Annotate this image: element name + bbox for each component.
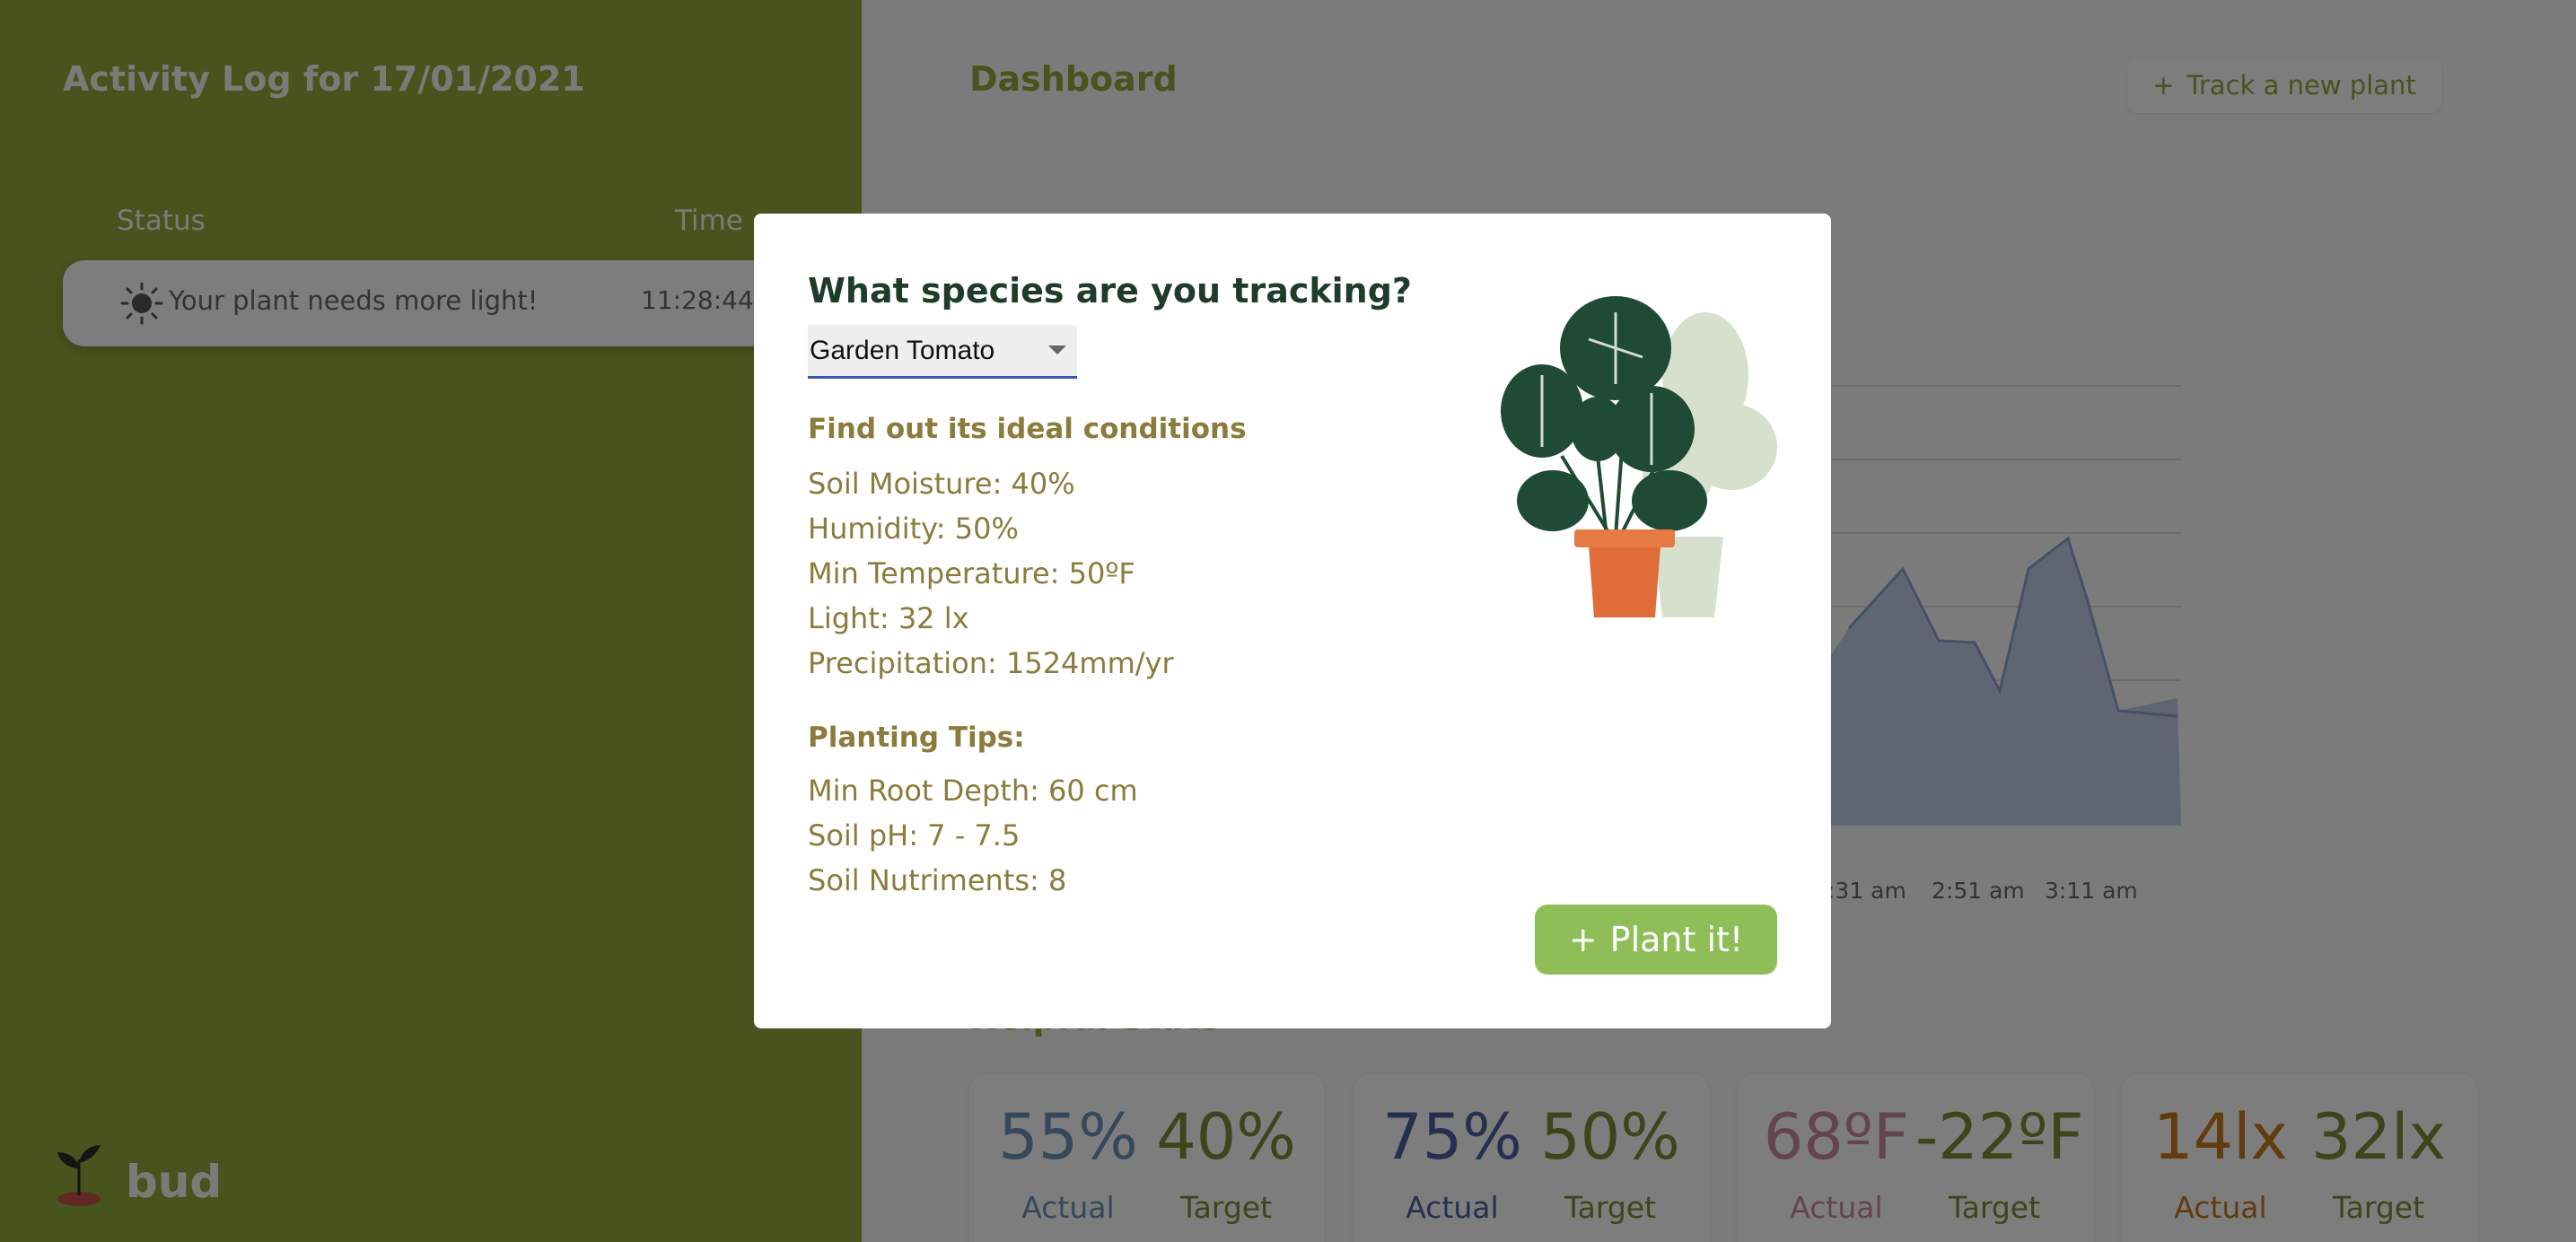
plant-it-button[interactable]: + Plant it! <box>1535 905 1777 975</box>
species-question: What species are you tracking? <box>808 271 1412 310</box>
potted-plant-illustration <box>1501 296 1777 617</box>
plus-icon: + <box>1568 920 1598 959</box>
species-selected-value: Garden Tomato <box>810 336 995 365</box>
tip-root-depth: Min Root Depth: 60 cm <box>808 774 1138 808</box>
tips-title: Planting Tips: <box>808 722 1025 754</box>
tip-soil-nutriments: Soil Nutriments: 8 <box>808 863 1067 897</box>
condition-light: Light: 32 lx <box>808 601 969 635</box>
condition-humidity: Humidity: 50% <box>808 512 1019 546</box>
condition-precipitation: Precipitation: 1524mm/yr <box>808 646 1174 680</box>
tip-soil-ph: Soil pH: 7 - 7.5 <box>808 818 1021 853</box>
chevron-down-icon <box>1048 345 1066 354</box>
condition-min-temperature: Min Temperature: 50ºF <box>808 556 1135 590</box>
track-plant-modal: What species are you tracking? Garden To… <box>754 214 1831 1028</box>
conditions-title: Find out its ideal conditions <box>808 413 1247 445</box>
species-select[interactable]: Garden Tomato <box>808 325 1077 379</box>
plant-it-label: Plant it! <box>1609 920 1744 959</box>
condition-soil-moisture: Soil Moisture: 40% <box>808 467 1075 501</box>
